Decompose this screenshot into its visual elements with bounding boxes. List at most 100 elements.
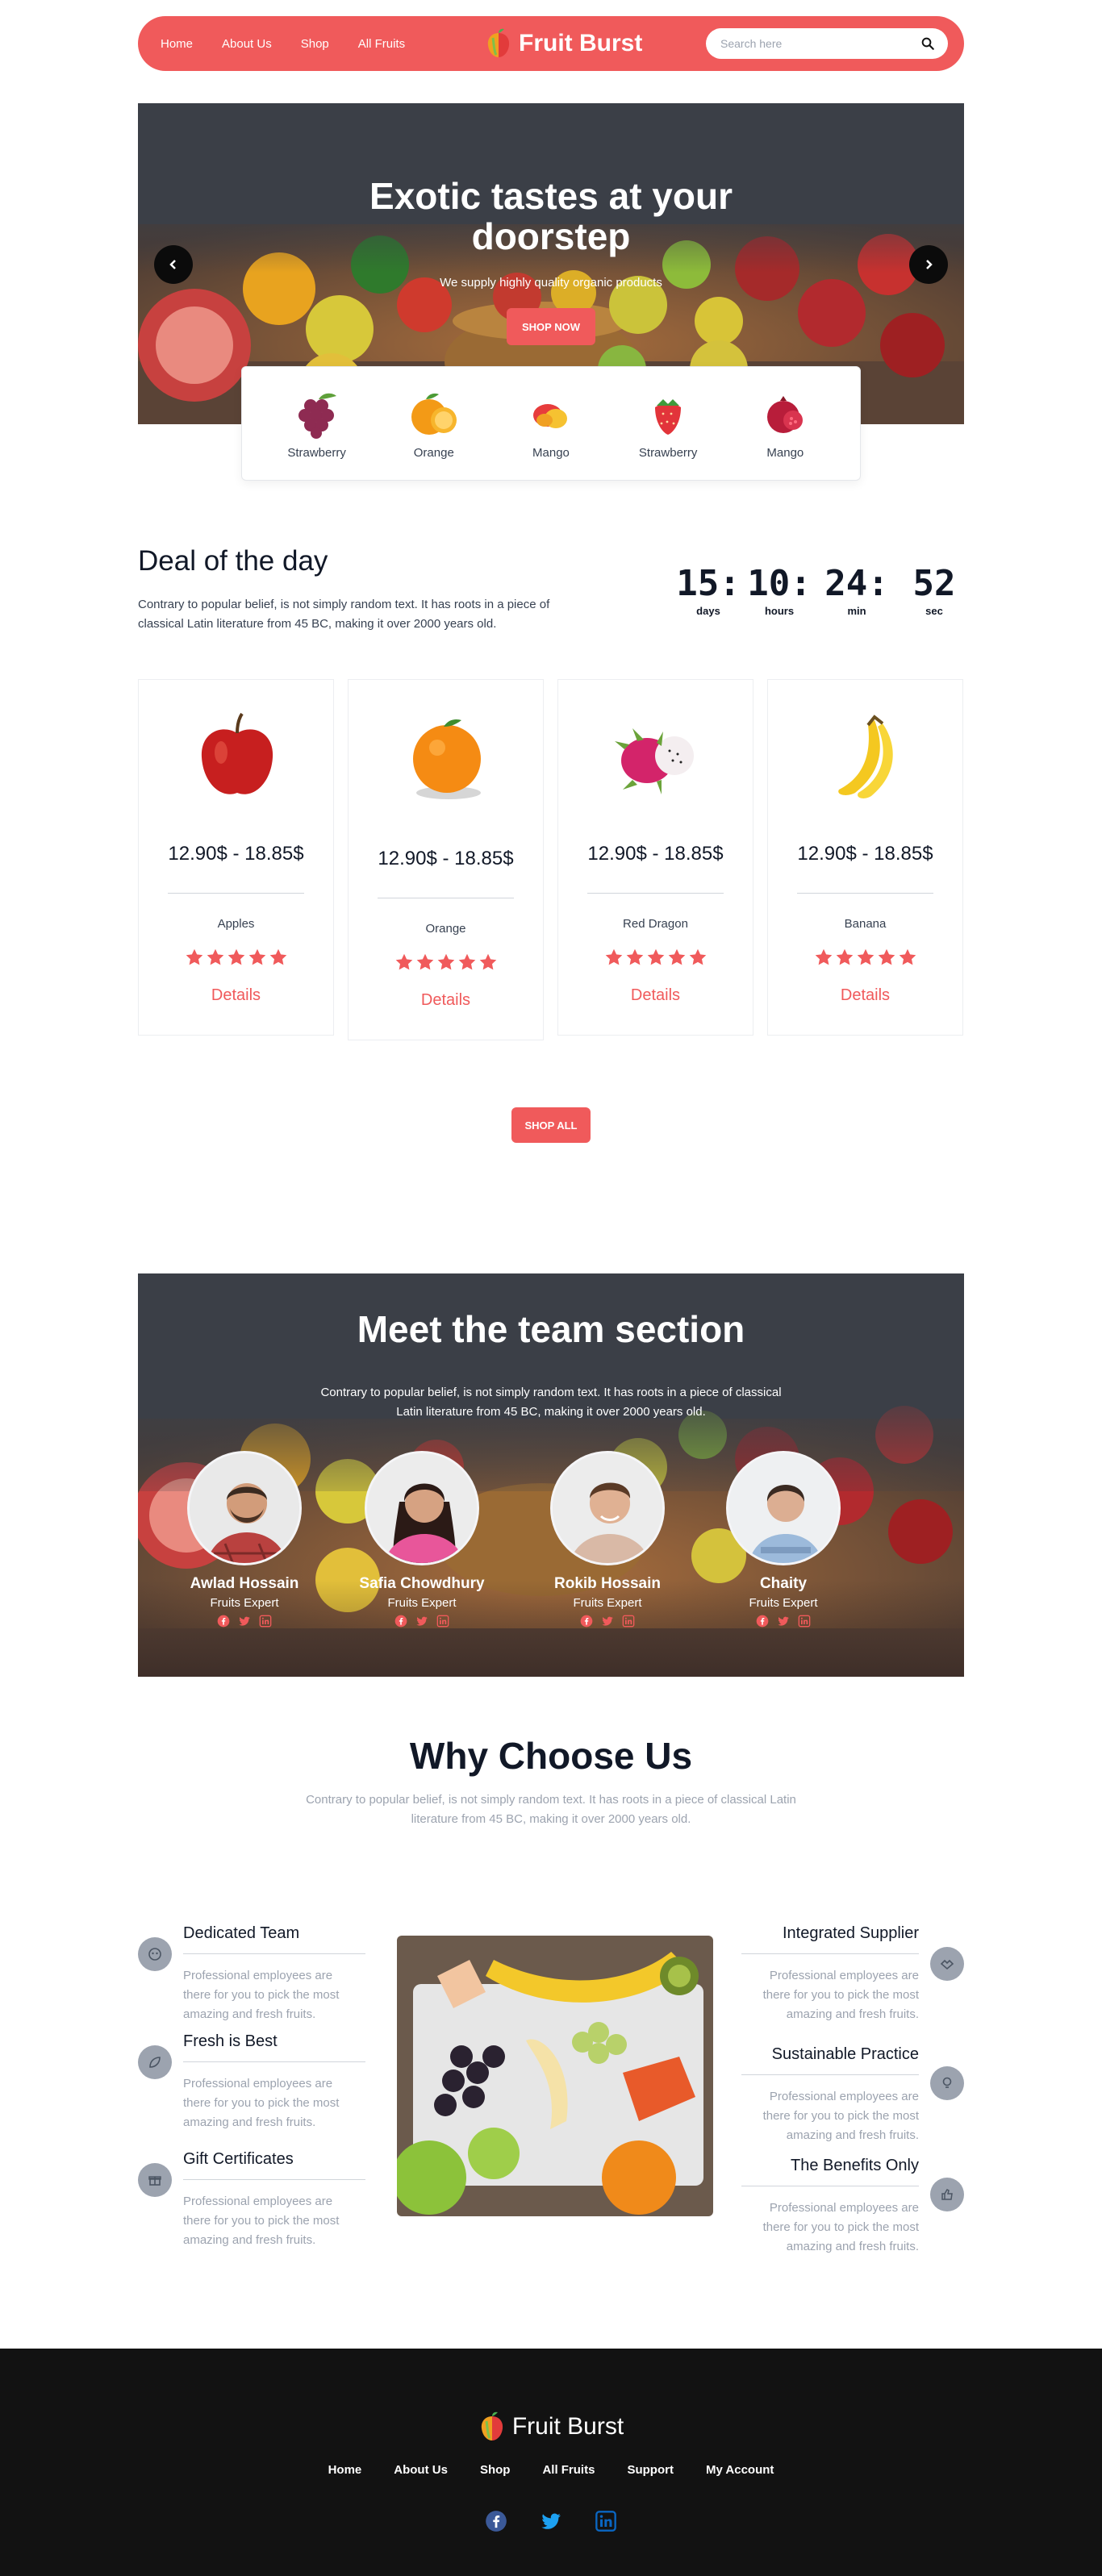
divider [587,893,724,894]
star-icon [415,952,435,972]
strawberry-icon [655,398,682,435]
facebook-icon[interactable] [485,2510,507,2532]
feature-text: Professional employees are there for you… [762,2090,919,2142]
facebook-icon[interactable] [580,1615,593,1628]
linkedin-icon[interactable] [436,1615,449,1628]
footer: Fruit Burst Home About Us Shop All Fruit… [0,2349,1102,2576]
banana-image [838,715,893,798]
facebook-icon[interactable] [394,1615,407,1628]
countdown-value: 24: [824,563,889,604]
star-icon [877,948,896,967]
feature-title: Integrated Supplier [782,1924,919,1942]
footer-link-home[interactable]: Home [328,2463,362,2477]
product-card-orange[interactable]: 12.90$ - 18.85$ Orange Details [348,679,544,1040]
feature-text: Professional employees are there for you… [762,1969,919,2021]
shop-now-button[interactable]: SHOP NOW [507,308,595,345]
star-icon [688,948,708,967]
feature-text: Professional employees are there for you… [183,2195,340,2247]
countdown-value: 52 [912,563,956,604]
facebook-icon[interactable] [756,1615,769,1628]
why-description: Contrary to popular belief, is not simpl… [306,1793,796,1826]
member-role: Fruits Expert [387,1596,457,1610]
feature-title: Fresh is Best [183,2032,278,2050]
member-role: Fruits Expert [210,1596,279,1610]
product-name: Apples [217,917,255,931]
details-link[interactable]: Details [349,991,543,1010]
twitter-icon[interactable] [540,2510,562,2532]
feature-title: Dedicated Team [183,1924,300,1942]
fruit-logo-icon [478,2411,506,2442]
grapes-icon [298,393,336,439]
twitter-icon[interactable] [238,1615,251,1628]
star-icon [185,948,204,967]
nav-link-shop[interactable]: Shop [301,37,329,51]
footer-link-account[interactable]: My Account [706,2463,774,2477]
product-price: 12.90$ - 18.85$ [587,843,724,865]
footer-brand[interactable]: Fruit Burst [0,2411,1102,2442]
footer-link-all-fruits[interactable]: All Fruits [542,2463,595,2477]
star-icon [856,948,875,967]
shop-all-button[interactable]: SHOP ALL [511,1107,591,1143]
category-label: Strawberry [638,445,698,460]
product-card-red-dragon[interactable]: 12.90$ - 18.85$ Red Dragon Details [557,679,753,1036]
brand-logo[interactable]: Fruit Burst [485,27,642,60]
twitter-icon[interactable] [601,1615,614,1628]
details-link[interactable]: Details [768,986,962,1005]
search-input[interactable] [720,37,919,50]
team-member-card: Awlad Hossain Fruits Expert [172,1451,317,1628]
fruit-category-strip: Strawberry Orange Mango Strawberry Mango [241,366,861,481]
member-name: Awlad Hossain [190,1575,299,1592]
countdown-hours: 10: hours [741,565,818,618]
countdown-label: min [847,605,866,617]
feature-gift-certificates: Gift Certificates Professional employees… [138,2150,372,2247]
footer-link-support[interactable]: Support [627,2463,674,2477]
category-mango-2[interactable]: Mango [741,388,829,460]
search-icon[interactable] [919,35,937,52]
team-member-card: Rokib Hossain Fruits Expert [535,1451,680,1628]
facebook-icon[interactable] [217,1615,230,1628]
linkedin-icon[interactable] [595,2510,617,2532]
avatar [187,1451,302,1565]
countdown-label: hours [764,605,795,617]
details-link[interactable]: Details [558,986,753,1005]
carousel-next-button[interactable] [909,245,948,284]
category-orange[interactable]: Orange [390,388,478,460]
divider [183,2061,365,2062]
divider [741,2074,919,2075]
product-card-banana[interactable]: 12.90$ - 18.85$ Banana Details [767,679,963,1036]
feature-fresh-is-best: Fresh is Best Professional employees are… [138,2032,372,2129]
feature-text: Professional employees are there for you… [762,2201,919,2253]
product-card-apples[interactable]: 12.90$ - 18.85$ Apples Details [138,679,334,1036]
twitter-icon[interactable] [777,1615,790,1628]
nav-link-home[interactable]: Home [161,37,193,51]
divider [797,893,933,894]
product-price: 12.90$ - 18.85$ [168,843,304,865]
avatar [550,1451,665,1565]
countdown-label: days [696,605,720,617]
star-icon [436,952,456,972]
footer-link-about[interactable]: About Us [394,2463,448,2477]
linkedin-icon[interactable] [798,1615,811,1628]
member-name: Chaity [759,1575,808,1592]
linkedin-icon[interactable] [259,1615,272,1628]
category-mango[interactable]: Mango [507,388,595,460]
star-icon [269,948,288,967]
star-icon [394,952,414,972]
nav-link-all-fruits[interactable]: All Fruits [358,37,405,51]
member-name: Rokib Hossain [554,1575,661,1592]
footer-link-shop[interactable]: Shop [480,2463,511,2477]
nav-link-about[interactable]: About Us [222,37,272,51]
linkedin-icon[interactable] [622,1615,635,1628]
team-description: Contrary to popular belief, is not simpl… [320,1386,782,1419]
product-name: Red Dragon [623,917,688,931]
orange-icon [411,393,457,435]
feature-title: Sustainable Practice [771,2045,919,2063]
rating-stars [558,948,753,967]
twitter-icon[interactable] [415,1615,428,1628]
category-strawberry[interactable]: Strawberry [273,388,361,460]
product-name: Banana [844,917,887,931]
category-strawberry-2[interactable]: Strawberry [624,388,712,460]
details-link[interactable]: Details [139,986,333,1005]
carousel-prev-button[interactable] [154,245,193,284]
mango-icon [532,403,567,428]
